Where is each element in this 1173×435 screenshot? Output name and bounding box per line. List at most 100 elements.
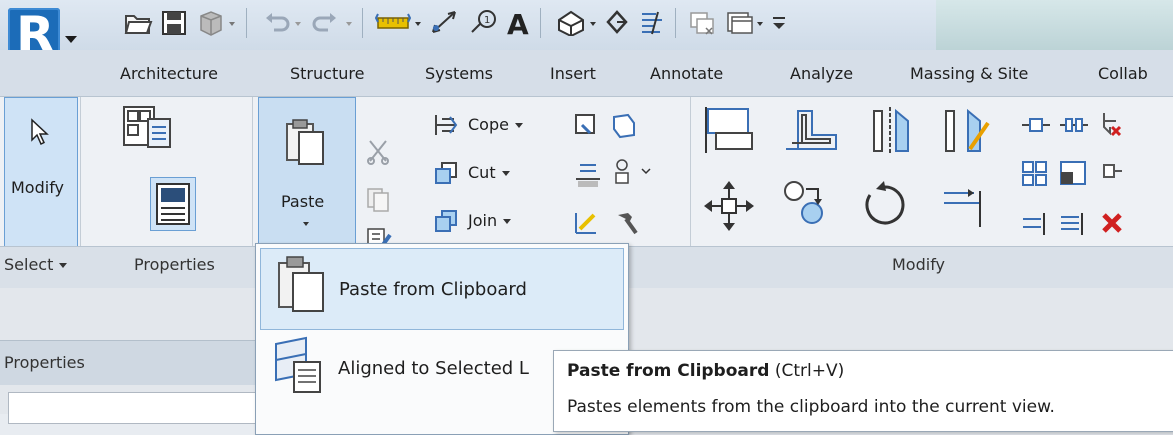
text-icon[interactable]: A (505, 8, 533, 36)
chevron-down-icon (303, 222, 309, 226)
scale-icon[interactable] (1058, 159, 1088, 187)
panel-divider (252, 97, 253, 247)
unpin-icon[interactable] (1098, 109, 1126, 139)
toolbar-divider (246, 8, 247, 38)
tooltip-title-bold: Paste from Clipboard (567, 361, 770, 381)
svg-text:1: 1 (484, 15, 490, 26)
split-element-icon[interactable] (1020, 111, 1052, 139)
modify-label: Modify (11, 178, 65, 197)
wall-joins-icon[interactable] (572, 111, 600, 139)
select-panel-label: Select (4, 255, 54, 274)
svg-text:A: A (507, 8, 529, 36)
cope-icon[interactable] (432, 111, 460, 139)
hammer-icon[interactable] (612, 209, 640, 237)
tooltip-description: Pastes elements from the clipboard into … (567, 397, 1055, 417)
properties-button[interactable] (150, 177, 196, 231)
toolbar-divider (540, 8, 541, 38)
properties-palette-title: Properties (4, 353, 85, 372)
align-paint-icon[interactable] (572, 209, 600, 237)
demolish-icon[interactable] (572, 159, 604, 189)
trim-extend-single-icon[interactable] (1020, 209, 1050, 237)
tab-structure[interactable]: Structure (290, 64, 364, 83)
join-geometry-icon[interactable] (432, 207, 460, 235)
mirror-draw-axis-icon[interactable] (940, 105, 992, 155)
3d-view-icon[interactable] (555, 8, 587, 36)
properties-panel-title: Properties (134, 255, 215, 274)
rotate-icon[interactable] (858, 179, 912, 233)
tab-massing-site[interactable]: Massing & Site (910, 64, 1028, 83)
move-icon[interactable] (702, 179, 756, 233)
undo-icon[interactable] (262, 8, 290, 36)
offset-icon[interactable] (782, 105, 842, 155)
chevron-down-icon[interactable] (295, 22, 301, 26)
chevron-down-icon[interactable] (757, 22, 763, 26)
tab-insert[interactable]: Insert (550, 64, 596, 83)
trim-extend-icon[interactable] (940, 183, 992, 231)
cope-button[interactable]: Cope (468, 115, 523, 134)
chevron-down-icon (59, 263, 68, 268)
paste-from-clipboard-label: Paste from Clipboard (339, 279, 527, 300)
paste-button[interactable]: Paste (258, 97, 356, 249)
tab-collaborate[interactable]: Collab (1098, 64, 1148, 83)
customize-toolbar-icon[interactable] (770, 8, 788, 36)
measure-icon[interactable] (375, 8, 411, 36)
tab-architecture[interactable]: Architecture (120, 64, 218, 83)
toolbar-divider (675, 8, 676, 38)
switch-windows-icon[interactable] (725, 8, 755, 36)
copy-icon[interactable] (364, 185, 392, 213)
panel-divider (80, 97, 81, 247)
close-hidden-windows-icon[interactable] (688, 8, 718, 36)
copy-element-icon[interactable] (782, 177, 832, 233)
toolbar-divider (362, 8, 363, 38)
chevron-down-icon (503, 219, 512, 224)
ribbon-panel-area: Modify Paste Cope Cut Join (0, 96, 1173, 251)
mirror-pick-axis-icon[interactable] (868, 105, 918, 155)
section-icon[interactable] (603, 8, 631, 36)
tab-systems[interactable]: Systems (425, 64, 493, 83)
chevron-down-icon (501, 171, 510, 176)
chevron-down-icon[interactable] (590, 22, 596, 26)
modify-panel-title: Modify (892, 255, 946, 274)
paste-from-clipboard-item[interactable]: Paste from Clipboard (260, 248, 624, 330)
type-selector[interactable] (8, 392, 260, 424)
join-geometry-label: Join (468, 211, 498, 230)
chevron-down-icon (65, 36, 77, 43)
save-icon[interactable] (160, 8, 188, 36)
sync-central-icon[interactable] (195, 8, 227, 36)
aligned-to-selected-levels-item[interactable]: Aligned to Selected L (338, 358, 529, 379)
chevron-down-icon[interactable] (415, 22, 421, 26)
select-panel-title[interactable]: Select (4, 255, 68, 274)
join-geometry-button[interactable]: Join (468, 211, 512, 230)
split-face-icon[interactable] (612, 157, 654, 187)
tag-icon[interactable]: 1 (468, 8, 500, 36)
trim-extend-multiple-icon[interactable] (1058, 209, 1088, 237)
paste-label: Paste (281, 192, 325, 211)
chevron-down-icon[interactable] (346, 22, 352, 26)
type-properties-icon[interactable] (120, 105, 176, 149)
title-bar-area (936, 0, 1173, 50)
array-icon[interactable] (1020, 159, 1050, 187)
align-icon[interactable] (702, 105, 760, 155)
tab-annotate[interactable]: Annotate (650, 64, 723, 83)
tab-analyze[interactable]: Analyze (790, 64, 853, 83)
cut-geometry-button[interactable]: Cut (468, 163, 510, 182)
paste-clipboard-icon (278, 256, 324, 312)
properties-palette-header: Properties (0, 340, 262, 385)
paint-icon[interactable] (610, 111, 638, 139)
redo-icon[interactable] (312, 8, 340, 36)
chevron-down-icon[interactable] (229, 22, 235, 26)
aligned-dimension-icon[interactable] (428, 8, 460, 36)
thin-lines-icon[interactable] (638, 8, 668, 36)
aligned-to-selected-levels-icon (275, 336, 321, 393)
cut-geometry-label: Cut (468, 163, 496, 182)
open-icon[interactable] (123, 8, 153, 36)
modify-button[interactable]: Modify (4, 97, 78, 249)
quick-access-toolbar: 1 A (0, 0, 1173, 50)
cut-geometry-icon[interactable] (432, 159, 460, 187)
pin-icon[interactable] (1098, 159, 1126, 187)
split-with-gap-icon[interactable] (1058, 111, 1090, 139)
cope-label: Cope (468, 115, 509, 134)
cut-scissors-icon[interactable] (364, 137, 392, 165)
cursor-arrow-icon (31, 118, 49, 146)
delete-icon[interactable] (1098, 209, 1126, 237)
